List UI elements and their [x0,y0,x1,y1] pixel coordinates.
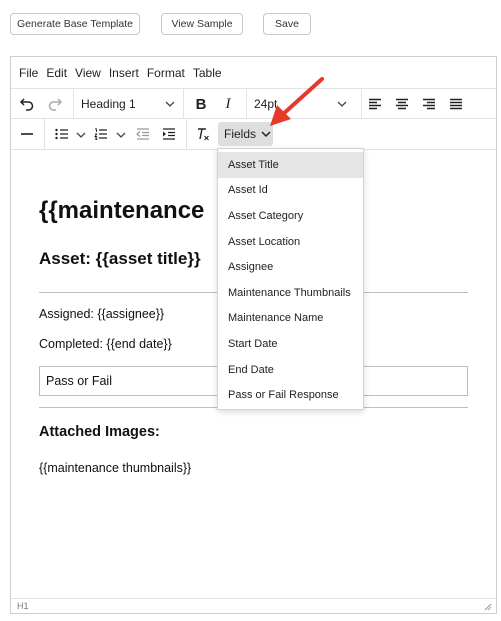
resize-handle-icon[interactable] [483,602,492,611]
undo-icon[interactable] [17,94,37,114]
align-justify-icon[interactable] [446,94,466,114]
fields-menu-item[interactable]: Start Date [218,331,363,357]
outdent-icon[interactable] [133,124,153,144]
bold-icon[interactable]: B [191,94,211,114]
annotation-arrow-icon [270,77,324,126]
view-sample-button[interactable]: View Sample [161,13,243,35]
fields-menu-item[interactable]: Pass or Fail Response [218,382,363,408]
fields-menu-item[interactable]: Asset Title [218,152,363,178]
toolbar-separator [44,119,45,149]
fields-menu-item[interactable]: Maintenance Thumbnails [218,280,363,306]
fields-menu-item[interactable]: Maintenance Name [218,306,363,332]
attached-images-heading: Attached Images: [39,424,160,440]
align-right-icon[interactable] [419,94,439,114]
toolbar-row-2: Fields [11,118,496,150]
block-format-value: Heading 1 [81,97,136,111]
menu-insert[interactable]: Insert [109,66,139,80]
align-left-icon[interactable] [365,94,385,114]
menu-format[interactable]: Format [147,66,185,80]
toolbar-separator [246,89,247,119]
indent-icon[interactable] [159,124,179,144]
numbered-list-icon[interactable] [91,124,111,144]
fields-menu-item[interactable]: End Date [218,357,363,383]
toolbar-row-1: Heading 1 B I 24pt [11,88,496,119]
menu-view[interactable]: View [75,66,101,80]
assigned-paragraph: Assigned: {{assignee}} [39,307,165,321]
chevron-down-icon[interactable] [76,131,86,139]
save-button[interactable]: Save [263,13,311,35]
horizontal-line-icon[interactable] [17,124,37,144]
heading-2: Asset: {{asset title}} [39,249,201,268]
status-bar: H1 [11,598,496,613]
toolbar-separator [186,119,187,149]
redo-icon[interactable] [45,94,65,114]
heading-1: {{maintenance [39,197,205,224]
menu-file[interactable]: File [19,66,38,80]
chevron-down-icon[interactable] [116,131,126,139]
chevron-down-icon [165,101,175,107]
fields-menu-item[interactable]: Asset Location [218,229,363,255]
block-format-select[interactable]: Heading 1 [81,89,181,119]
generate-base-template-button[interactable]: Generate Base Template [10,13,140,35]
menu-table[interactable]: Table [193,66,222,80]
italic-icon[interactable]: I [218,94,238,114]
fields-menu-item[interactable]: Assignee [218,254,363,280]
bullet-list-icon[interactable] [52,124,72,144]
menu-edit[interactable]: Edit [46,66,67,80]
fields-menu-item[interactable]: Asset Category [218,203,363,229]
clear-formatting-icon[interactable] [193,124,213,144]
pass-or-fail-text: Pass or Fail [46,374,112,388]
fields-button-label: Fields [224,127,257,141]
toolbar-separator [73,89,74,119]
toolbar-separator [183,89,184,119]
thumbnails-placeholder: {{maintenance thumbnails}} [39,461,192,475]
element-path[interactable]: H1 [17,601,29,611]
toolbar-separator [361,89,362,119]
align-center-icon[interactable] [392,94,412,114]
fields-menu-item[interactable]: Asset Id [218,178,363,204]
fields-dropdown-menu: Asset Title Asset Id Asset Category Asse… [217,148,364,410]
completed-paragraph: Completed: {{end date}} [39,337,172,351]
chevron-down-icon [337,101,347,107]
editor-menubar: File Edit View Insert Format Table [11,57,496,88]
